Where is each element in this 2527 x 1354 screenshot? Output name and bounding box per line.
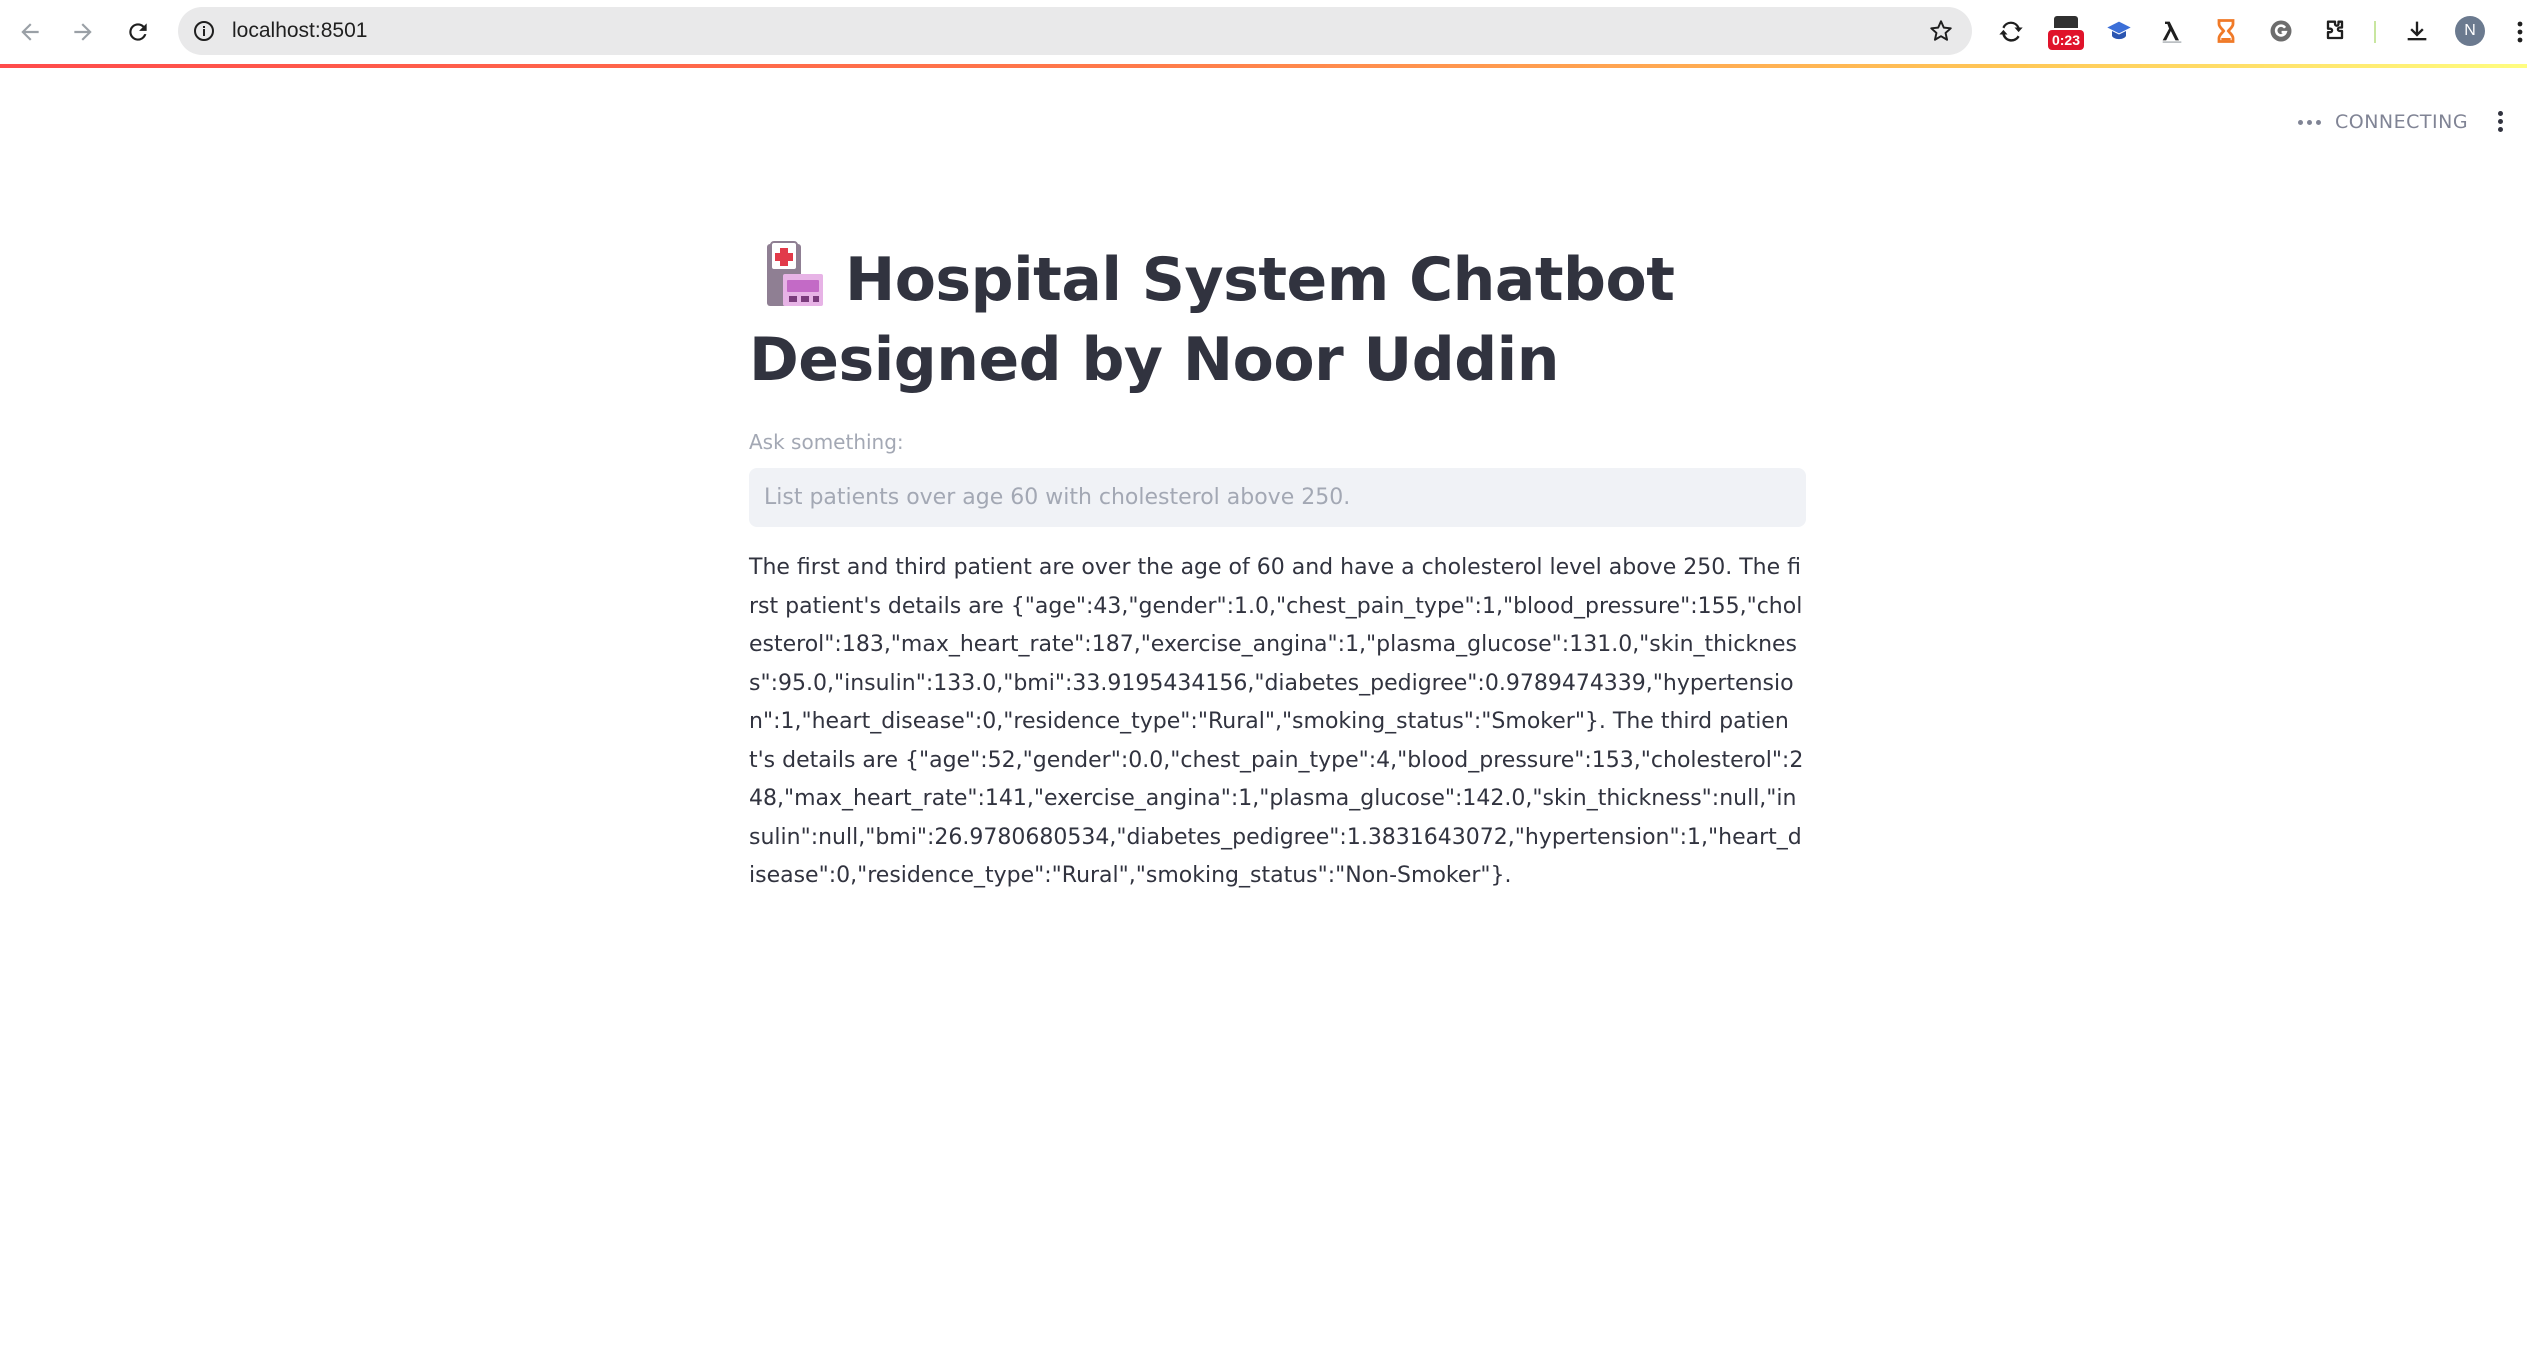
timer-extension-text: 0:23 [2048, 30, 2084, 50]
question-input[interactable]: List patients over age 60 with cholester… [749, 468, 1806, 527]
site-info-icon[interactable] [192, 19, 216, 43]
forward-button[interactable] [63, 12, 103, 52]
grammar-extension-icon[interactable] [2264, 14, 2298, 48]
extensions-puzzle-icon[interactable] [2318, 14, 2352, 48]
connection-status: CONNECTING [2298, 108, 2468, 136]
main-content: Hospital System Chatbot Designed by Noor… [749, 240, 1806, 896]
browser-toolbar: localhost:8501 0:23 N [0, 0, 2527, 66]
arrow-right-icon [74, 23, 92, 41]
page-loading-bar [0, 64, 2527, 68]
bookmark-star-icon[interactable] [1928, 18, 1954, 44]
connection-status-text: CONNECTING [2335, 111, 2469, 133]
more-horizontal-icon [2298, 119, 2321, 125]
address-bar[interactable]: localhost:8501 [178, 7, 1972, 55]
toolbar-divider [2374, 21, 2376, 43]
url-text: localhost:8501 [232, 19, 368, 42]
timer-extension-icon[interactable]: 0:23 [2048, 14, 2084, 52]
chatbot-response: The first and third patient are over the… [749, 555, 1804, 888]
arrow-left-icon [21, 23, 39, 41]
title-line-1: Hospital System Chatbot [845, 245, 1675, 315]
reload-button[interactable] [118, 12, 158, 52]
page-title: Hospital System Chatbot Designed by Noor… [749, 240, 1806, 400]
lambda-extension-icon[interactable] [2155, 14, 2189, 48]
title-line-2: Designed by Noor Uddin [749, 325, 1559, 395]
hospital-icon [767, 241, 823, 306]
question-input-label: Ask something: [749, 430, 904, 454]
back-button[interactable] [10, 12, 50, 52]
downloads-icon[interactable] [2400, 14, 2434, 48]
graduation-cap-extension-icon[interactable] [2102, 14, 2136, 48]
hourglass-extension-icon[interactable] [2209, 14, 2243, 48]
app-main-menu-button[interactable] [2492, 108, 2508, 136]
profile-avatar[interactable]: N [2455, 16, 2485, 46]
sync-extension-icon[interactable] [1994, 14, 2028, 48]
reload-icon [129, 23, 147, 41]
browser-menu-icon[interactable] [2513, 16, 2527, 48]
